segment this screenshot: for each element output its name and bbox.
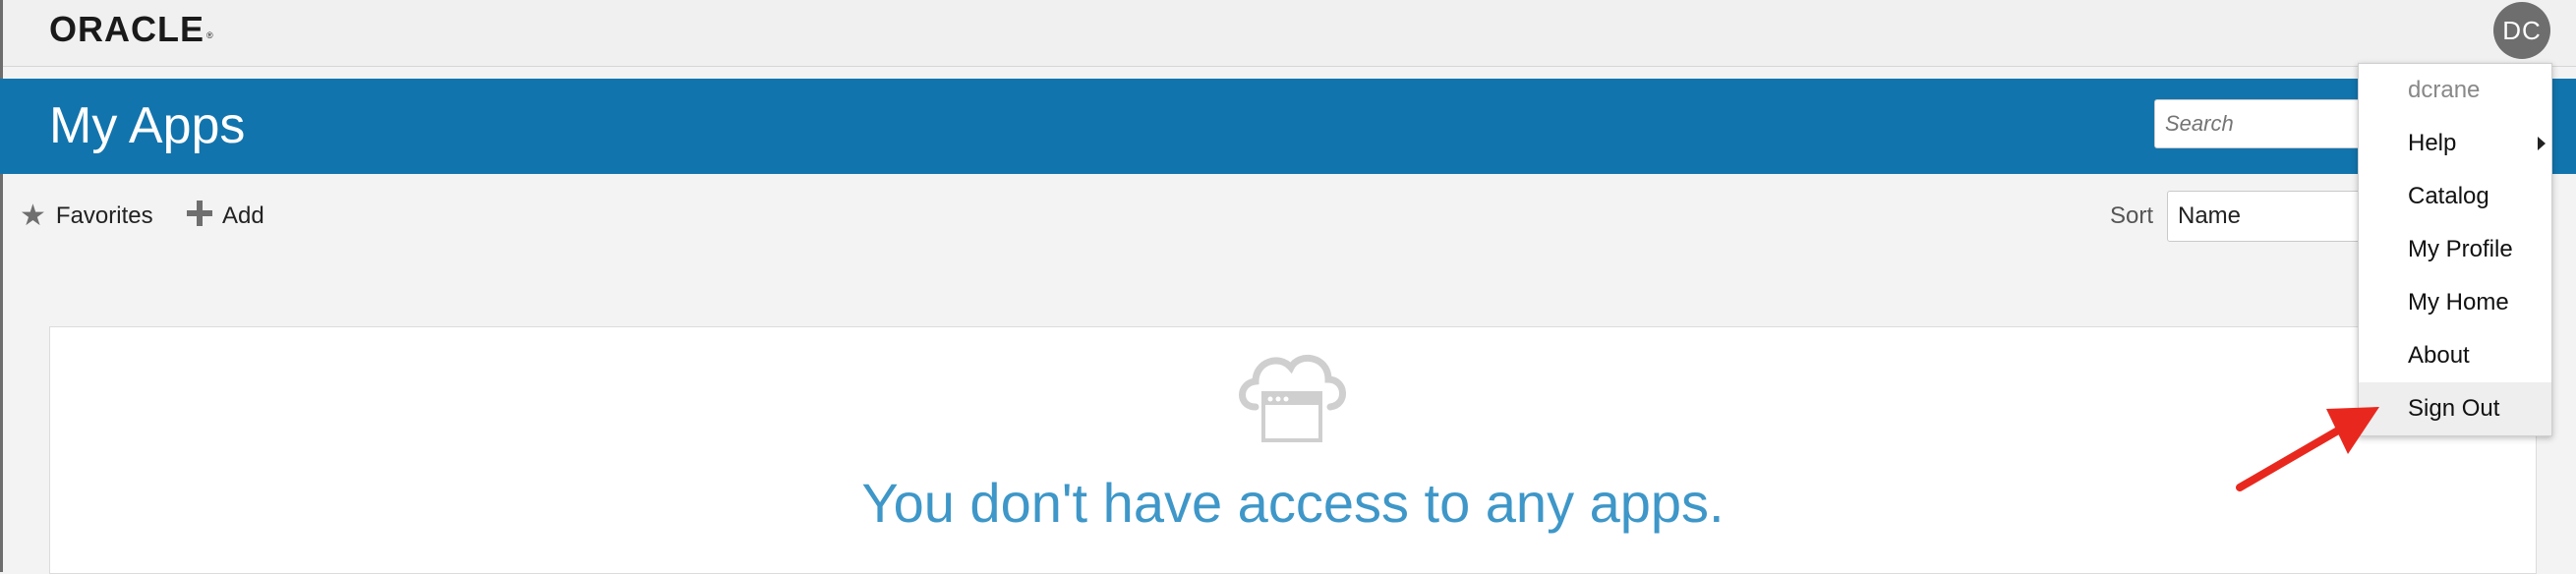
menu-item-my-profile[interactable]: My Profile xyxy=(2359,223,2551,276)
favorites-button[interactable]: ★ Favorites xyxy=(20,197,153,236)
page-title: My Apps xyxy=(49,97,246,154)
empty-state-message: You don't have access to any apps. xyxy=(861,472,1725,534)
add-label: Add xyxy=(222,202,264,229)
logo-text: ORACLE xyxy=(49,9,205,49)
favorites-label: Favorites xyxy=(55,202,153,229)
page-header: My Apps xyxy=(0,79,2576,174)
add-button[interactable]: Add xyxy=(187,197,264,236)
menu-item-help-label: Help xyxy=(2408,130,2457,156)
menu-item-catalog[interactable]: Catalog xyxy=(2359,170,2551,223)
top-bar: ORACLE ® DC xyxy=(0,0,2576,67)
user-menu: dcrane Help Catalog My Profile My Home A… xyxy=(2358,63,2552,436)
menu-item-help[interactable]: Help xyxy=(2359,117,2551,170)
menu-item-about[interactable]: About xyxy=(2359,329,2551,382)
menu-item-my-home[interactable]: My Home xyxy=(2359,276,2551,329)
annotation-arrow-icon xyxy=(2232,393,2389,506)
oracle-logo[interactable]: ORACLE ® xyxy=(49,10,214,49)
plus-icon xyxy=(187,201,212,232)
user-avatar[interactable]: DC xyxy=(2493,2,2550,59)
submenu-arrow-icon xyxy=(2538,137,2546,150)
cloud-app-icon xyxy=(1234,348,1350,451)
menu-username: dcrane xyxy=(2408,77,2481,103)
star-icon: ★ xyxy=(20,200,46,232)
trademark-symbol: ® xyxy=(206,30,214,40)
sort-label: Sort xyxy=(2110,202,2154,229)
